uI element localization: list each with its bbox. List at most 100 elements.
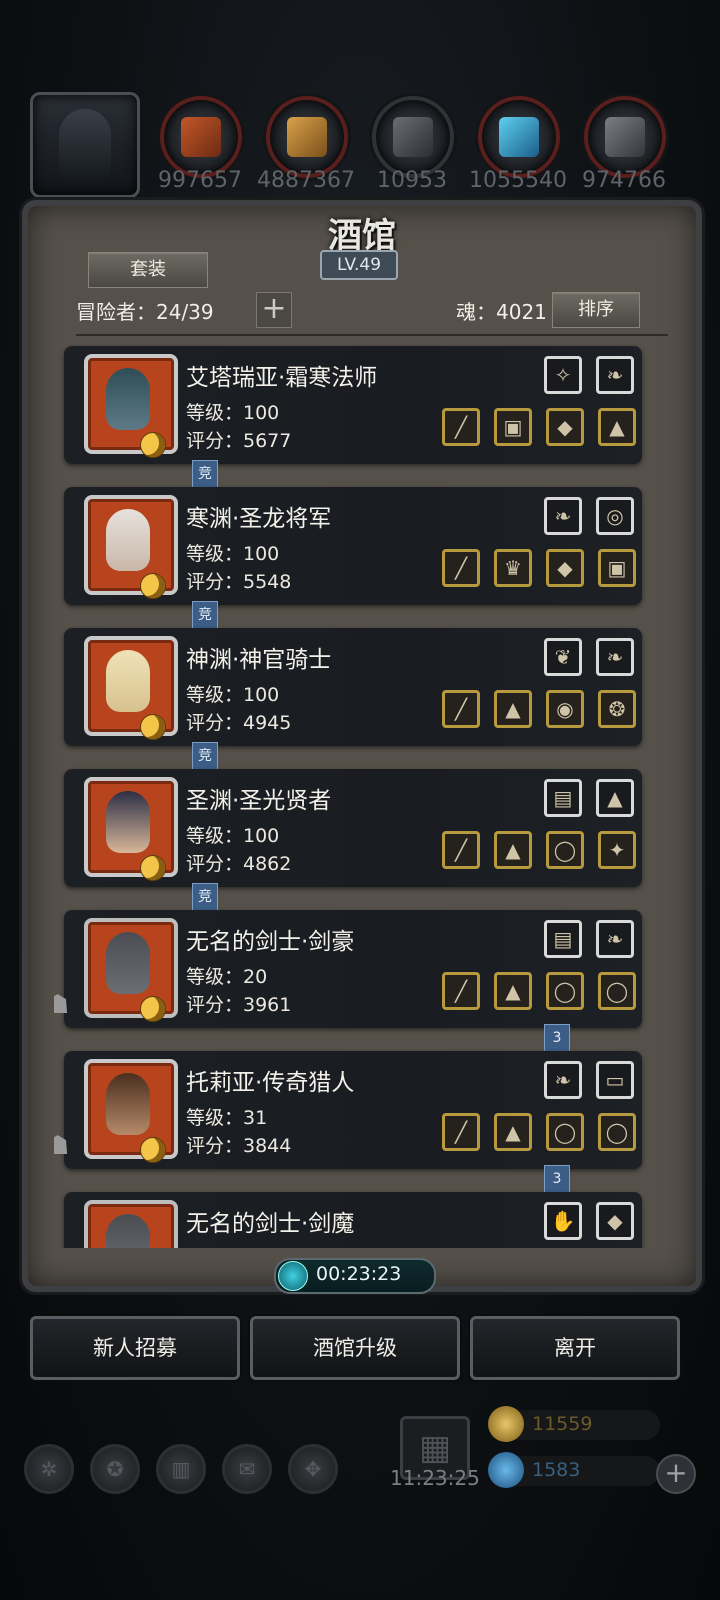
- moon-icon: [140, 855, 166, 881]
- hero-card[interactable]: 艾塔瑞亚·霜寒法师 等级：100 评分：5677 ✧ ❧ ╱ ▣ ◆ ▲: [64, 346, 642, 464]
- hero-list[interactable]: 艾塔瑞亚·霜寒法师 等级：100 评分：5677 ✧ ❧ ╱ ▣ ◆ ▲ 竞 寒…: [54, 342, 670, 1248]
- gun-icon[interactable]: ╱: [442, 1113, 480, 1151]
- cloak-icon[interactable]: ❧: [596, 920, 634, 958]
- hero-portrait[interactable]: [84, 918, 178, 1022]
- spellbook-icon[interactable]: ▤: [544, 779, 582, 817]
- hero-card[interactable]: 神渊·神官骑士 等级：100 评分：4945 ❦ ❧ ╱ ▲ ◉ ❂: [64, 628, 642, 746]
- hero-level: 等级：20: [186, 966, 268, 988]
- iron-icon: [605, 117, 645, 157]
- badge-icon[interactable]: ✪: [90, 1444, 140, 1494]
- add-adventurer-button[interactable]: +: [256, 292, 292, 328]
- ring-icon[interactable]: ◯: [598, 972, 636, 1010]
- ring-icon[interactable]: ◯: [546, 1113, 584, 1151]
- gauntlet-icon[interactable]: ✋: [544, 1202, 582, 1240]
- book-icon[interactable]: ▭: [596, 1061, 634, 1099]
- hero-face-icon: [106, 1214, 150, 1248]
- resource-stone-value: 10953: [377, 168, 447, 193]
- eye-amulet-icon[interactable]: ◉: [546, 690, 584, 728]
- hero-portrait[interactable]: [84, 1200, 178, 1248]
- soul-count: 魂：4021: [456, 300, 547, 324]
- hero-card[interactable]: 寒渊·圣龙将军 等级：100 评分：5548 ❧ ◎ ╱ ♛ ◆ ▣: [64, 487, 642, 605]
- robe-icon[interactable]: ▲: [598, 408, 636, 446]
- cloak-icon[interactable]: ❧: [596, 356, 634, 394]
- wood-icon: [287, 117, 327, 157]
- refresh-timer: 00:23:23: [274, 1258, 436, 1294]
- resource-ore[interactable]: [160, 96, 242, 178]
- stone-icon: [393, 117, 433, 157]
- resource-stone[interactable]: [372, 96, 454, 178]
- hero-card[interactable]: ☗ 无名的剑士·剑豪 等级：20 评分：3961 ▤ ❧ ╱ ▲ ◯ ◯: [54, 910, 642, 1028]
- mail-icon[interactable]: ✉: [222, 1444, 272, 1494]
- necklace-icon[interactable]: ✧: [544, 356, 582, 394]
- ring-icon[interactable]: ◎: [596, 497, 634, 535]
- recruit-button[interactable]: 新人招募: [30, 1316, 240, 1380]
- sword-icon[interactable]: ╱: [442, 549, 480, 587]
- gift-timer: 11:23:25: [390, 1466, 480, 1490]
- emblem-icon[interactable]: ✥: [288, 1444, 338, 1494]
- resource-crystal-value: 1055540: [469, 168, 567, 193]
- sword-icon[interactable]: ╱: [442, 972, 480, 1010]
- player-avatar[interactable]: [30, 92, 140, 198]
- ring-icon[interactable]: ◯: [546, 972, 584, 1010]
- walking-figure-icon: ☗: [54, 1131, 70, 1161]
- hero-score: 评分：5677: [186, 430, 292, 452]
- robe-icon[interactable]: ▲: [494, 690, 532, 728]
- hero-card[interactable]: 无名的剑士·剑魔 ✋ ◆: [64, 1192, 642, 1248]
- hero-level: 等级：100: [186, 684, 280, 706]
- tavern-upgrade-button[interactable]: 酒馆升级: [250, 1316, 460, 1380]
- hero-portrait[interactable]: [84, 354, 178, 458]
- robe-icon[interactable]: ▲: [494, 1113, 532, 1151]
- outfit-button[interactable]: 套装: [88, 252, 208, 288]
- boots-icon[interactable]: ◆: [546, 549, 584, 587]
- cloak-icon[interactable]: ❧: [596, 638, 634, 676]
- hammer-icon[interactable]: ╱: [442, 690, 480, 728]
- boots-icon[interactable]: ◆: [546, 408, 584, 446]
- hero-level: 等级：31: [186, 1107, 268, 1129]
- hero-score: 评分：3844: [186, 1135, 292, 1157]
- ore-icon: [181, 117, 221, 157]
- hero-card[interactable]: 圣渊·圣光贤者 等级：100 评分：4862 ▤ ▲ ╱ ▲ ◯ ✦: [64, 769, 642, 887]
- add-currency-button[interactable]: +: [656, 1454, 696, 1494]
- resource-wood[interactable]: [266, 96, 348, 178]
- settings-icon[interactable]: ✲: [24, 1444, 74, 1494]
- armor-icon[interactable]: ▣: [494, 408, 532, 446]
- header-divider: [76, 334, 668, 336]
- hat-icon[interactable]: ▲: [596, 779, 634, 817]
- hero-level: 等级：100: [186, 825, 280, 847]
- hero-name: 神渊·神官骑士: [186, 647, 332, 673]
- gem-value: 1583: [532, 1459, 581, 1481]
- rank-tag: 3: [544, 1165, 570, 1198]
- gem-counter: 1583: [488, 1452, 660, 1488]
- staff-icon[interactable]: ╱: [442, 408, 480, 446]
- fire-gem-icon[interactable]: ◆: [596, 1202, 634, 1240]
- hero-portrait[interactable]: [84, 495, 178, 599]
- spellbook-icon[interactable]: ▤: [544, 920, 582, 958]
- gem-icon[interactable]: ✦: [598, 831, 636, 869]
- hero-face-icon: [106, 650, 150, 712]
- robe-icon[interactable]: ▲: [494, 831, 532, 869]
- wing-icon[interactable]: ❦: [544, 638, 582, 676]
- hero-portrait[interactable]: [84, 1059, 178, 1163]
- hero-face-icon: [106, 932, 150, 994]
- sort-button[interactable]: 排序: [552, 292, 640, 328]
- leave-button[interactable]: 离开: [470, 1316, 680, 1380]
- gate-icon[interactable]: ▥: [156, 1444, 206, 1494]
- scroll-icon: [488, 1406, 524, 1442]
- resource-iron[interactable]: [584, 96, 666, 178]
- hero-card[interactable]: ☗ 托莉亚·传奇猎人 等级：31 评分：3844 ❧ ▭ ╱ ▲ ◯ ◯: [54, 1051, 642, 1169]
- armor-icon[interactable]: ▣: [598, 549, 636, 587]
- cloak-icon[interactable]: ❧: [544, 1061, 582, 1099]
- helmet-icon[interactable]: ♛: [494, 549, 532, 587]
- hero-portrait[interactable]: [84, 636, 178, 740]
- resource-crystal[interactable]: [478, 96, 560, 178]
- hero-portrait[interactable]: [84, 777, 178, 881]
- ring-icon[interactable]: ◯: [598, 1113, 636, 1151]
- arena-tag: 竞: [192, 601, 218, 634]
- hero-name: 圣渊·圣光贤者: [186, 788, 332, 814]
- ring-icon[interactable]: ◯: [546, 831, 584, 869]
- axe-icon[interactable]: ╱: [442, 831, 480, 869]
- cloak-icon[interactable]: ❧: [544, 497, 582, 535]
- orb-icon[interactable]: ❂: [598, 690, 636, 728]
- resource-ore-value: 997657: [158, 168, 242, 193]
- robe-icon[interactable]: ▲: [494, 972, 532, 1010]
